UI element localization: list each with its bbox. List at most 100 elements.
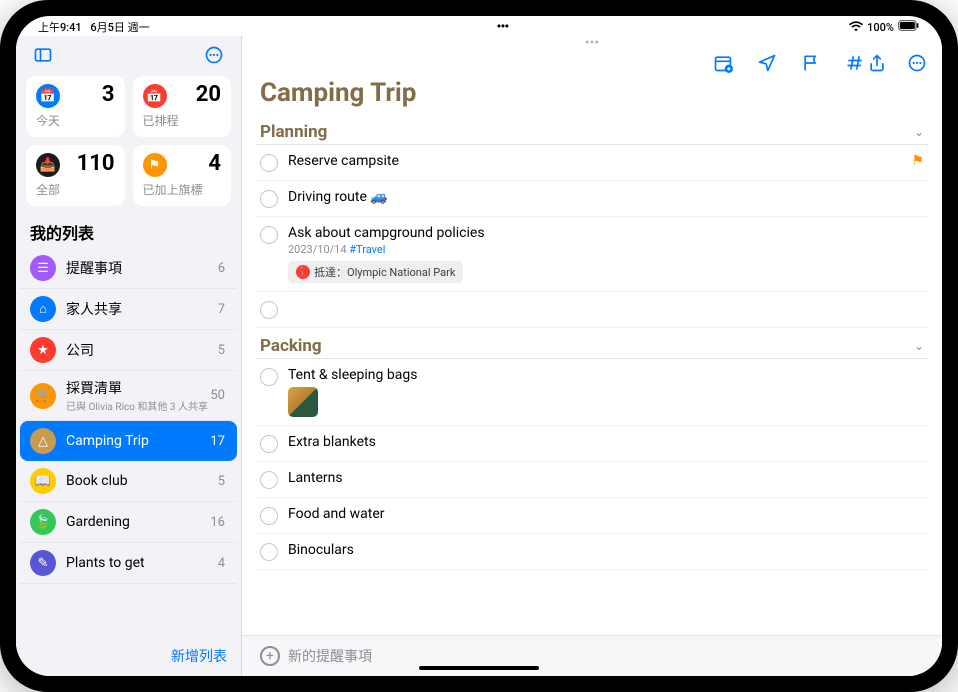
status-date: 6月5日 週一: [90, 21, 149, 34]
card-count: 110: [77, 151, 115, 176]
ipad-frame: 上午9:41 6月5日 週一 ••• 100% 📅 3 今天📅: [0, 0, 958, 692]
multitask-dots-icon[interactable]: •••: [497, 19, 509, 35]
new-list-button[interactable]: 新增列表: [171, 649, 227, 665]
list-row[interactable]: ☰ 提醒事項 6: [20, 248, 237, 289]
checkbox[interactable]: [260, 368, 278, 386]
checkbox[interactable]: [260, 543, 278, 561]
pin-icon: 📍: [296, 265, 310, 279]
checkbox[interactable]: [260, 471, 278, 489]
list-name: 提醒事項: [66, 258, 218, 278]
list-row[interactable]: ✎ Plants to get 4: [20, 543, 237, 584]
card-icon: 📥: [36, 153, 60, 177]
reminder-row[interactable]: Binoculars: [256, 534, 928, 570]
checkbox[interactable]: [260, 226, 278, 244]
hashtag-icon[interactable]: [844, 52, 866, 74]
chevron-down-icon: ⌄: [914, 339, 924, 353]
list-name: Gardening: [66, 514, 210, 530]
list-name: Plants to get: [66, 555, 218, 571]
main-panel: ••• Camping Trip Planning ⌄ Reserve camp…: [242, 36, 942, 676]
checkbox[interactable]: [260, 154, 278, 172]
reminder-row[interactable]: Ask about campground policies 2023/10/14 …: [256, 217, 928, 292]
smart-card-0[interactable]: 📅 3 今天: [26, 76, 125, 137]
checkbox[interactable]: [260, 190, 278, 208]
list-row[interactable]: △ Camping Trip 17: [20, 421, 237, 461]
screen: 上午9:41 6月5日 週一 ••• 100% 📅 3 今天📅: [16, 16, 942, 676]
reminder-meta: 2023/10/14 #Travel: [288, 243, 924, 256]
list-count: 4: [218, 556, 225, 571]
card-label: 今天: [36, 112, 115, 129]
list-count: 50: [210, 388, 225, 403]
more-icon[interactable]: [906, 52, 928, 74]
new-reminder-label: 新的提醒事項: [288, 646, 372, 666]
list-row[interactable]: 📖 Book club 5: [20, 461, 237, 502]
reminder-title: Ask about campground policies: [288, 225, 924, 241]
attachment-thumb[interactable]: [288, 387, 318, 417]
battery-icon: [898, 20, 920, 34]
smart-card-2[interactable]: 📥 110 全部: [26, 145, 125, 206]
card-count: 3: [102, 82, 115, 107]
card-icon: ⚑: [143, 153, 167, 177]
list-name: 採買清單已與 Olivia Rico 和其他 3 人共享: [66, 378, 210, 413]
section-header[interactable]: Planning ⌄: [256, 114, 928, 145]
reminder-row[interactable]: Lanterns: [256, 462, 928, 498]
list-count: 5: [218, 474, 225, 489]
location-chip[interactable]: 📍抵達：Olympic National Park: [288, 261, 463, 283]
plus-icon: +: [260, 646, 280, 666]
reminder-title: Food and water: [288, 506, 924, 522]
list-icon: ☰: [30, 255, 56, 281]
list-icon: ⌂: [30, 296, 56, 322]
reminder-row[interactable]: Food and water: [256, 498, 928, 534]
reminders-content[interactable]: Planning ⌄ Reserve campsite ⚑ Driving ro…: [242, 114, 942, 635]
checkbox[interactable]: [260, 507, 278, 525]
section-name: Packing: [260, 336, 322, 356]
home-indicator[interactable]: [419, 666, 539, 670]
card-icon: 📅: [36, 84, 60, 108]
reminder-title: Binoculars: [288, 542, 924, 558]
location-icon[interactable]: [756, 52, 778, 74]
list-count: 17: [210, 434, 225, 449]
sidebar-toggle-icon[interactable]: [30, 42, 56, 68]
reminder-row[interactable]: Reserve campsite ⚑: [256, 145, 928, 181]
smart-card-3[interactable]: ⚑ 4 已加上旗標: [133, 145, 232, 206]
reminder-row[interactable]: Tent & sleeping bags: [256, 359, 928, 426]
list-icon: △: [30, 428, 56, 454]
new-reminder-button[interactable]: + 新的提醒事項: [242, 635, 942, 676]
flag-icon[interactable]: [800, 52, 822, 74]
reminder-row[interactable]: Driving route 🚙: [256, 181, 928, 217]
calendar-add-icon[interactable]: [712, 52, 734, 74]
more-icon[interactable]: [201, 42, 227, 68]
battery-pct: 100%: [867, 21, 894, 34]
reminder-row[interactable]: [256, 292, 928, 328]
list-name: Book club: [66, 473, 218, 489]
status-time: 上午9:41: [38, 21, 82, 34]
list-icon: 🍃: [30, 509, 56, 535]
list-count: 5: [218, 343, 225, 358]
share-icon[interactable]: [866, 52, 888, 74]
list-icon: 📖: [30, 468, 56, 494]
checkbox[interactable]: [260, 435, 278, 453]
reminder-title: Reserve campsite: [288, 153, 901, 169]
card-label: 已加上旗標: [143, 181, 222, 198]
card-label: 全部: [36, 181, 115, 198]
list-row[interactable]: ★ 公司 5: [20, 330, 237, 371]
list-count: 6: [218, 261, 225, 276]
wifi-icon: [849, 19, 863, 36]
list-row[interactable]: 🍃 Gardening 16: [20, 502, 237, 543]
checkbox[interactable]: [260, 301, 278, 319]
card-icon: 📅: [143, 84, 167, 108]
section-header[interactable]: Packing ⌄: [256, 328, 928, 359]
flag-indicator-icon: ⚑: [911, 153, 924, 169]
grab-handle-icon[interactable]: •••: [242, 36, 942, 48]
list-row[interactable]: 🛒 採買清單已與 Olivia Rico 和其他 3 人共享 50: [20, 371, 237, 421]
list-row[interactable]: ⌂ 家人共享 7: [20, 289, 237, 330]
reminder-row[interactable]: Extra blankets: [256, 426, 928, 462]
smart-card-1[interactable]: 📅 20 已排程: [133, 76, 232, 137]
my-lists-heading: 我的列表: [16, 214, 241, 248]
lists-container: ☰ 提醒事項 6⌂ 家人共享 7★ 公司 5🛒 採買清單已與 Olivia Ri…: [16, 248, 241, 636]
list-name: 公司: [66, 340, 218, 360]
sidebar: 📅 3 今天📅 20 已排程📥 110 全部⚑ 4 已加上旗標 我的列表 ☰ 提…: [16, 36, 242, 676]
list-icon: ✎: [30, 550, 56, 576]
chevron-down-icon: ⌄: [914, 125, 924, 139]
card-count: 4: [208, 151, 221, 176]
list-title: Camping Trip: [242, 76, 942, 114]
